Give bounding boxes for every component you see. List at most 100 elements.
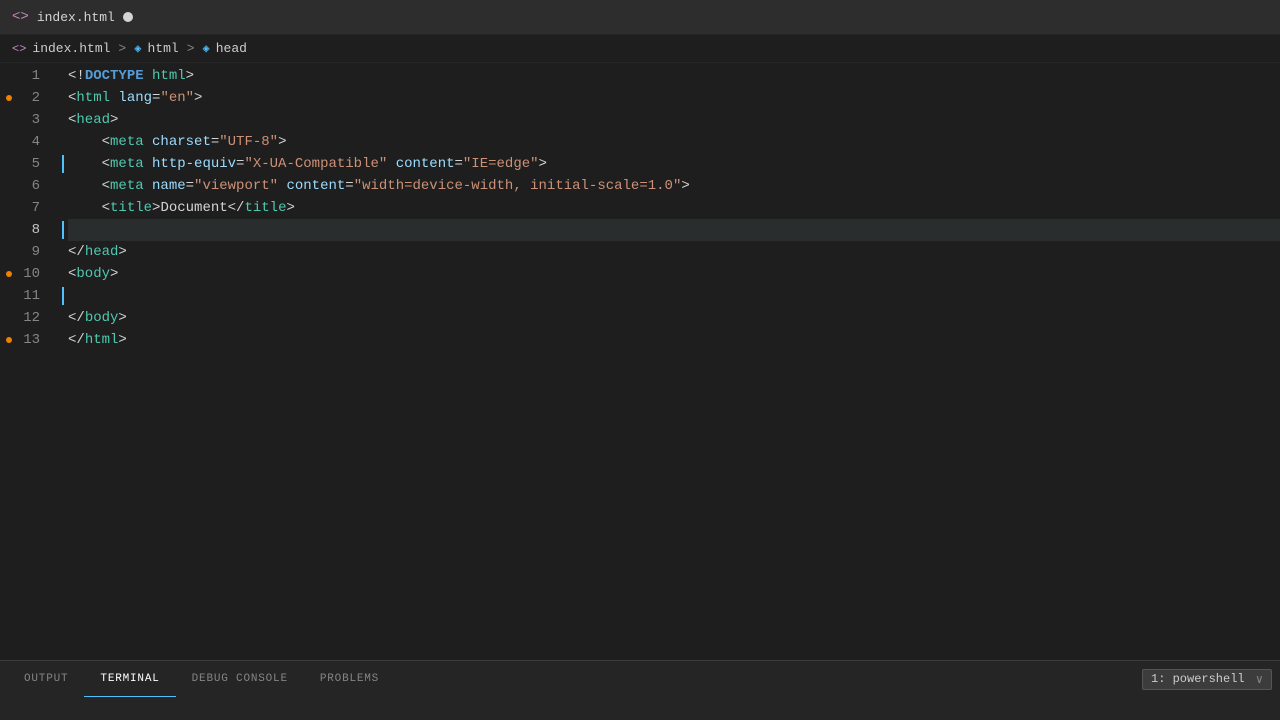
token: </ xyxy=(68,241,85,263)
token xyxy=(278,175,286,197)
token: content xyxy=(286,175,345,197)
title-bar: <> index.html xyxy=(0,0,1280,35)
cursor-bar xyxy=(62,221,64,239)
breadcrumb: <> index.html > ◈ html > ◈ head xyxy=(0,35,1280,63)
token: = xyxy=(236,153,244,175)
code-line: <meta charset="UTF-8"> xyxy=(68,131,1280,153)
fold-indicator xyxy=(6,337,12,343)
panel-tab-debug-console[interactable]: DEBUG CONSOLE xyxy=(176,661,304,697)
token: > xyxy=(118,241,126,263)
token: html xyxy=(152,65,186,87)
token: title xyxy=(244,197,286,219)
code-line: </html> xyxy=(68,329,1280,351)
breadcrumb-html[interactable]: html xyxy=(147,41,178,56)
line-number-gutter: 12345678910111213 xyxy=(0,63,60,660)
tab-filename[interactable]: index.html xyxy=(37,10,115,25)
code-line: <head> xyxy=(68,109,1280,131)
token: "X-UA-Compatible" xyxy=(244,153,387,175)
token: < xyxy=(102,153,110,175)
line-number: 4 xyxy=(0,131,40,153)
token: = xyxy=(152,87,160,109)
token xyxy=(144,175,152,197)
line-number: 6 xyxy=(0,175,40,197)
breadcrumb-file-icon: <> xyxy=(12,42,26,56)
token: > xyxy=(118,307,126,329)
token: DOCTYPE xyxy=(85,65,144,87)
bottom-panel: OUTPUT TERMINALDEBUG CONSOLE PROBLEMS 1: p… xyxy=(0,660,1280,720)
token: <! xyxy=(68,65,85,87)
panel-tab-label: PROBLEMS xyxy=(320,673,379,685)
token: title xyxy=(110,197,152,219)
file-icon: <> xyxy=(12,9,29,25)
breadcrumb-sep2: > xyxy=(187,41,195,56)
panel-tab-label: OUTPUT xyxy=(24,673,68,685)
token: = xyxy=(455,153,463,175)
token: meta xyxy=(110,175,144,197)
token: "en" xyxy=(160,87,194,109)
panel-tab-output[interactable]: OUTPUT xyxy=(8,661,84,697)
breadcrumb-file[interactable]: index.html xyxy=(32,41,110,56)
editor[interactable]: 12345678910111213 <!DOCTYPE html><html l… xyxy=(0,63,1280,660)
token: head xyxy=(76,109,110,131)
token: < xyxy=(102,131,110,153)
token: < xyxy=(102,197,110,219)
panel-tab-problems[interactable]: PROBLEMS xyxy=(304,661,395,697)
token: meta xyxy=(110,131,144,153)
code-line: <body> xyxy=(68,263,1280,285)
token: html xyxy=(76,87,110,109)
token: < xyxy=(68,109,76,131)
token: > xyxy=(194,87,202,109)
code-line: <html lang="en"> xyxy=(68,87,1280,109)
token: charset xyxy=(152,131,211,153)
line-number: 7 xyxy=(0,197,40,219)
token xyxy=(144,131,152,153)
code-line: <title>Document</title> xyxy=(68,197,1280,219)
token xyxy=(68,197,102,219)
token: > xyxy=(110,263,118,285)
token: </ xyxy=(228,197,245,219)
line-number: 9 xyxy=(0,241,40,263)
token: = xyxy=(211,131,219,153)
code-line: <meta http-equiv="X-UA-Compatible" conte… xyxy=(68,153,1280,175)
breadcrumb-html-icon: ◈ xyxy=(134,41,141,56)
token: < xyxy=(68,87,76,109)
panel-tab-terminal[interactable]: TERMINAL xyxy=(84,661,175,697)
token: content xyxy=(396,153,455,175)
line-number: 8 xyxy=(0,219,40,241)
modified-indicator xyxy=(123,12,133,22)
terminal-selector[interactable]: 1: powershell ∨ xyxy=(1142,669,1272,690)
token xyxy=(387,153,395,175)
token xyxy=(68,175,102,197)
code-content[interactable]: <!DOCTYPE html><html lang="en"><head> <m… xyxy=(60,63,1280,660)
code-line: </body> xyxy=(68,307,1280,329)
code-line: <meta name="viewport" content="width=dev… xyxy=(68,175,1280,197)
chevron-down-icon: ∨ xyxy=(1256,672,1263,687)
token: < xyxy=(68,263,76,285)
token xyxy=(144,65,152,87)
token: name xyxy=(152,175,186,197)
code-line xyxy=(68,219,1280,241)
line-number: 1 xyxy=(0,65,40,87)
token: "IE=edge" xyxy=(463,153,539,175)
fold-indicator xyxy=(6,271,12,277)
terminal-selector-area: 1: powershell ∨ xyxy=(1142,669,1272,690)
token: > xyxy=(152,197,160,219)
token: > xyxy=(539,153,547,175)
line-number: 5 xyxy=(0,153,40,175)
token: "viewport" xyxy=(194,175,278,197)
token: body xyxy=(76,263,110,285)
line-number: 11 xyxy=(0,285,40,307)
breadcrumb-head[interactable]: head xyxy=(216,41,247,56)
token xyxy=(110,87,118,109)
token: body xyxy=(85,307,119,329)
cursor-bar xyxy=(62,155,64,173)
token: lang xyxy=(118,87,152,109)
token: http-equiv xyxy=(152,153,236,175)
line-number: 12 xyxy=(0,307,40,329)
token: > xyxy=(681,175,689,197)
fold-indicator xyxy=(6,95,12,101)
token: > xyxy=(110,109,118,131)
token: > xyxy=(286,197,294,219)
token: Document xyxy=(160,197,227,219)
token xyxy=(144,153,152,175)
